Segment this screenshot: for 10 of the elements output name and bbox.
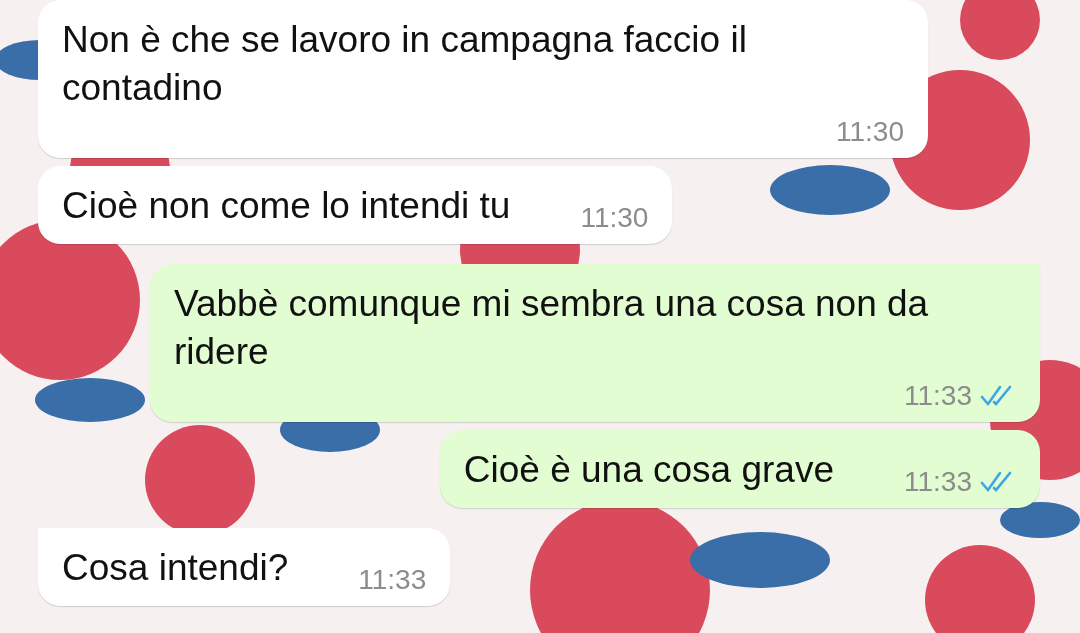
message-text: Cioè non come lo intendi tu bbox=[62, 184, 511, 228]
message-time: 11:33 bbox=[904, 379, 972, 413]
message-text: Cioè è una cosa grave bbox=[463, 448, 834, 492]
message-time: 11:33 bbox=[358, 563, 427, 597]
message-time: 11:33 bbox=[904, 465, 972, 499]
message-text: Cosa intendi? bbox=[62, 546, 289, 590]
message-time: 11:30 bbox=[836, 115, 904, 149]
message-time: 11:30 bbox=[580, 201, 649, 235]
message-text: Non è che se lavoro in campagna faccio il contadino bbox=[62, 18, 748, 110]
message-text: Vabbè comunque mi sembra una cosa non da ridere bbox=[174, 282, 930, 374]
